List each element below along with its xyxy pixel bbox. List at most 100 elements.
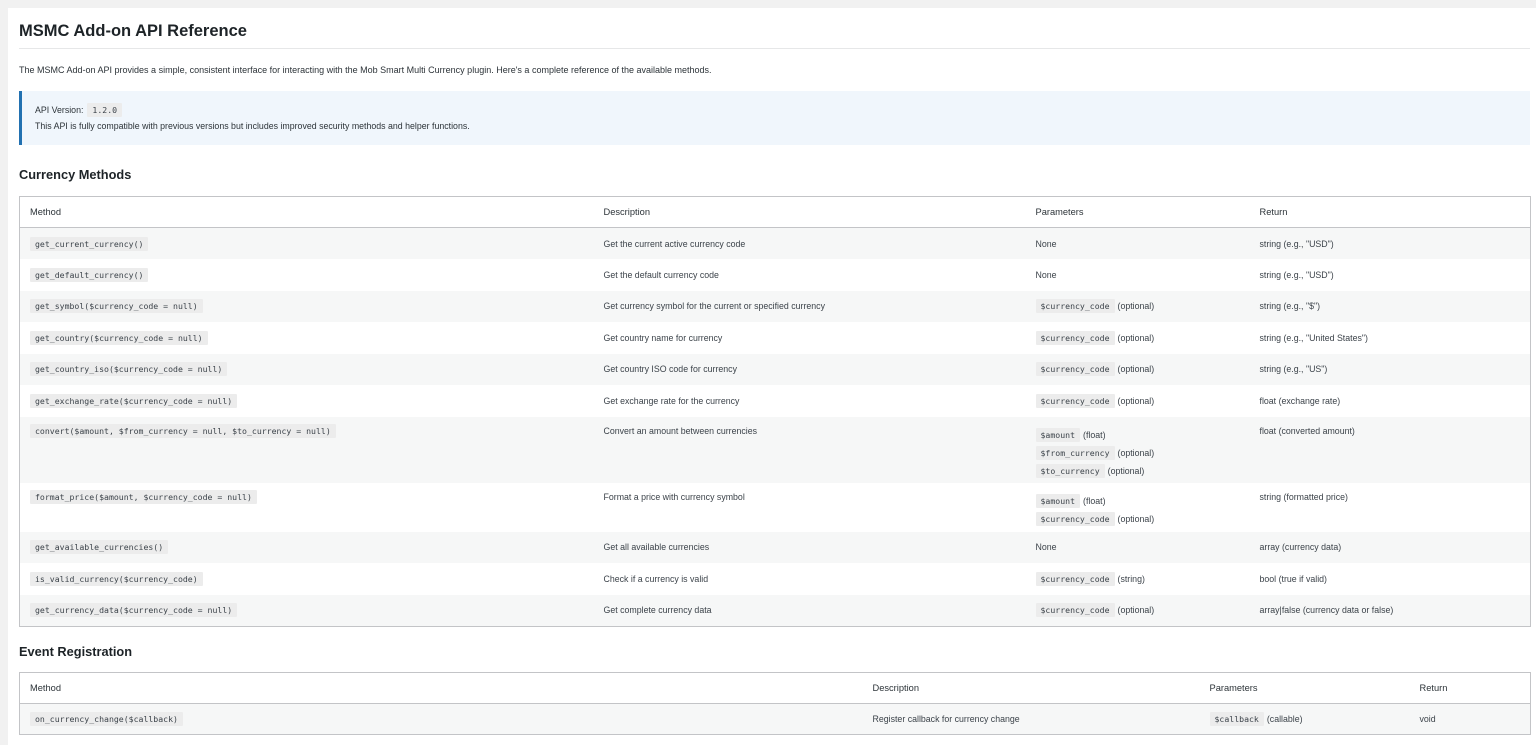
method-signature: format_price($amount, $currency_code = n… [30,489,257,504]
column-header-return: Return [1249,196,1531,228]
method-signature: get_country_iso($currency_code = null) [30,362,228,377]
api-reference-page: MSMC Add-on API Reference The MSMC Add-o… [8,8,1536,745]
method-cell: format_price($amount, $currency_code = n… [19,482,594,532]
api-version-label: API Version: [35,104,84,115]
parameter-note: (float) [1083,429,1106,440]
table-row: get_currency_data($currency_code = null)… [19,594,1531,626]
parameter-note: (optional) [1117,513,1155,524]
parameter-line: None [1036,266,1240,284]
return-cell: float (exchange rate) [1249,385,1531,417]
return-cell: string (formatted price) [1249,482,1531,532]
parameter-name: $callback [1209,711,1264,726]
parameters-cell: $amount (float) $from_currency (optional) $t… [1025,416,1250,483]
table-row: on_currency_change($callback) Register ca… [19,703,1531,735]
description-cell: Check if a currency is valid [593,563,1026,595]
parameter-name: $amount [1035,493,1081,508]
parameters-cell: None [1025,259,1250,291]
column-header-method: Method [19,672,863,704]
parameter-note: None [1035,269,1057,280]
method-signature: get_currency_data($currency_code = null) [30,603,238,617]
parameters-cell: $callback (callable) [1199,703,1410,735]
description-cell: Get the default currency code [593,259,1026,291]
parameter-name: $amount [1035,427,1081,442]
parameter-note: (optional) [1117,395,1155,406]
parameters-cell: $amount (float) $currency_code (optional) [1025,482,1250,532]
method-signature: is_valid_currency($currency_code) [30,571,203,586]
parameters-cell: $currency_code (optional) [1025,353,1250,385]
column-header-return: Return [1409,672,1531,704]
method-cell: get_available_currencies() [19,531,594,563]
parameter-note: (optional) [1117,447,1155,458]
return-cell: bool (true if valid) [1249,563,1531,595]
return-cell: string (e.g., "United States") [1249,322,1531,354]
parameters-cell: $currency_code (optional) [1025,322,1250,354]
intro-text: The MSMC Add-on API provides a simple, c… [19,65,712,75]
method-cell: get_symbol($currency_code = null) [19,290,594,322]
currency-methods-body: get_current_currency() Get the current ac… [19,227,1531,626]
parameters-cell: $currency_code (optional) [1025,594,1250,626]
parameter-line: $amount (float) [1035,426,1240,444]
table-header-row: Method Description Parameters Return [19,196,1531,228]
column-header-method: Method [19,196,594,228]
return-cell: void [1409,703,1531,735]
method-cell: get_current_currency() [19,227,594,259]
method-cell: on_currency_change($callback) [19,703,863,735]
currency-methods-table: Method Description Parameters Return get… [19,196,1531,627]
description-cell: Format a price with currency symbol [593,482,1026,532]
table-row: get_country_iso($currency_code = null) Ge… [19,353,1531,385]
method-signature: get_country($currency_code = null) [30,330,208,345]
column-header-parameters: Parameters [1025,196,1250,228]
description-cell: Get currency symbol for the current or s… [593,290,1026,322]
method-signature: get_current_currency() [30,236,149,251]
table-row: get_symbol($currency_code = null) Get cur… [19,290,1531,322]
parameters-cell: None [1025,531,1250,563]
parameter-line: $currency_code (string) [1035,570,1240,588]
method-cell: get_country_iso($currency_code = null) [19,353,594,385]
parameter-line: None [1036,538,1240,556]
description-cell: Get the current active currency code [593,227,1026,259]
column-header-description: Description [862,672,1200,704]
method-signature: convert($amount, $from_currency = null, … [30,423,336,438]
parameter-line: $currency_code (optional) [1035,297,1240,315]
method-signature: get_symbol($currency_code = null) [30,299,203,314]
api-version-notice: API Version: 1.2.0 This API is fully com… [19,91,1530,145]
event-registration-heading: Event Registration [19,643,133,659]
method-cell: get_exchange_rate($currency_code = null) [19,385,594,417]
parameter-note: (float) [1083,495,1106,506]
method-cell: get_country($currency_code = null) [19,322,594,354]
parameter-line: $currency_code (optional) [1035,329,1240,347]
parameter-note: (optional) [1117,332,1155,343]
parameter-name: $from_currency [1035,445,1115,460]
parameter-note: (optional) [1107,465,1145,476]
method-cell: get_currency_data($currency_code = null) [19,594,594,626]
method-signature: get_default_currency() [30,267,149,282]
return-cell: string (e.g., "USD") [1249,227,1531,259]
table-row: get_default_currency() Get the default cu… [19,259,1531,291]
column-header-description: Description [593,196,1026,228]
return-cell: array|false (currency data or false) [1249,594,1531,626]
parameter-name: $currency_code [1035,571,1115,586]
parameter-line: $amount (float) [1035,492,1240,510]
method-cell: is_valid_currency($currency_code) [19,563,594,595]
method-signature: get_available_currencies() [30,540,169,555]
parameter-note: None [1035,238,1057,249]
method-signature: get_exchange_rate($currency_code = null) [30,393,238,408]
parameter-line: $from_currency (optional) [1035,444,1240,462]
currency-methods-heading: Currency Methods [19,167,132,182]
parameter-line: $to_currency (optional) [1035,462,1240,480]
parameter-name: $currency_code [1035,511,1115,526]
table-row: get_country($currency_code = null) Get co… [19,322,1531,354]
parameter-name: $currency_code [1035,393,1115,408]
parameter-note: (optional) [1117,605,1155,615]
description-cell: Convert an amount between currencies [593,416,1026,483]
parameter-name: $to_currency [1035,463,1105,478]
table-row: get_current_currency() Get the current ac… [19,227,1531,259]
description-cell: Get complete currency data [593,594,1026,626]
parameter-note: (optional) [1117,301,1155,312]
parameter-line: $callback (callable) [1209,710,1400,728]
method-signature: on_currency_change($callback) [30,711,183,726]
parameter-name: $currency_code [1035,362,1115,377]
return-cell: float (converted amount) [1249,416,1531,483]
parameters-cell: None [1025,227,1250,259]
parameter-line: $currency_code (optional) [1035,392,1240,410]
